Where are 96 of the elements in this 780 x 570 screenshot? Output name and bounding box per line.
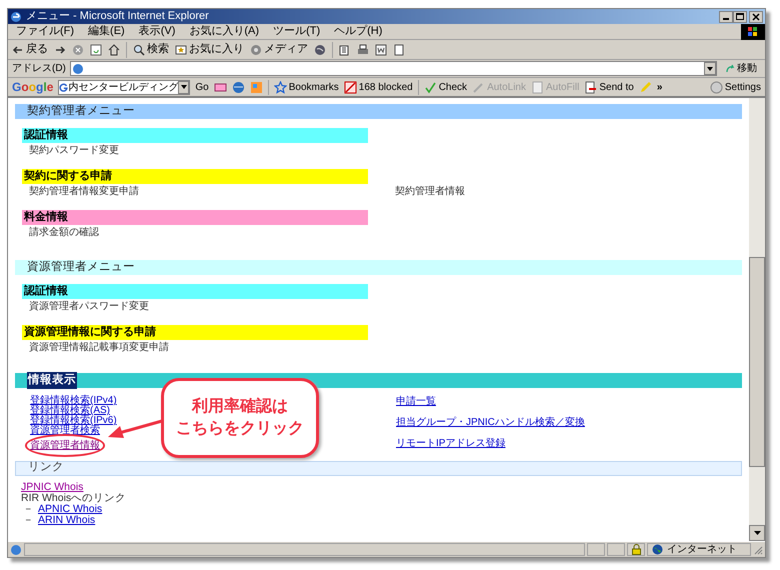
status-panel xyxy=(607,543,625,556)
search-icon xyxy=(133,44,145,56)
link[interactable]: リモートIPアドレス登録 xyxy=(396,438,506,450)
search-button[interactable]: 検索 xyxy=(133,41,169,58)
document-icon xyxy=(584,80,598,94)
back-button[interactable]: 戻る xyxy=(12,41,48,58)
globe-icon xyxy=(652,544,663,555)
news-icon[interactable] xyxy=(214,80,227,94)
star-icon xyxy=(274,80,287,94)
google-search-field[interactable]: 内センタービルディング xyxy=(58,80,190,94)
menu-text: 資源管理者パスワード変更 xyxy=(29,300,150,314)
windows-logo-icon xyxy=(741,24,765,40)
section-header: 資源管理者メニュー xyxy=(15,260,742,275)
refresh-icon[interactable] xyxy=(90,44,102,56)
link[interactable]: 登録情報検索(AS) xyxy=(30,406,110,416)
menu-item[interactable]: お気に入り(A) xyxy=(189,23,260,40)
menu-text: 契約パスワード変更 xyxy=(29,144,120,158)
section-header: 契約管理者メニュー xyxy=(15,104,742,119)
globe-icon[interactable] xyxy=(232,80,245,94)
settings-button[interactable]: Settings xyxy=(710,80,761,94)
menu-item[interactable]: 表示(V) xyxy=(138,23,176,40)
group-header: 認証情報 xyxy=(22,128,368,143)
checkmark-icon xyxy=(424,80,437,94)
link[interactable]: 資源管理者情報 xyxy=(30,440,100,451)
scroll-down-button[interactable] xyxy=(749,525,765,541)
link[interactable]: ARIN Whois xyxy=(38,514,96,526)
resize-grip-icon[interactable] xyxy=(753,544,763,554)
back-arrow-icon xyxy=(12,44,24,56)
window-title: メニュー - Microsoft Internet Explorer xyxy=(26,9,209,24)
go-button[interactable]: 移動 xyxy=(721,61,761,76)
circle-icon xyxy=(710,80,723,94)
link[interactable]: 担当グループ・JPNICハンドル検索／変換 xyxy=(396,417,585,429)
disc-icon xyxy=(250,44,262,56)
google-g-icon xyxy=(59,82,68,92)
menu-item[interactable]: ツール(T) xyxy=(273,23,320,40)
form-icon xyxy=(530,80,544,94)
scrollbar[interactable] xyxy=(749,98,765,541)
home-icon[interactable] xyxy=(108,44,120,56)
menu-text: 請求金額の確認 xyxy=(29,226,100,240)
callout-text: こちらをクリック xyxy=(176,419,304,439)
menu-item[interactable]: 編集(E) xyxy=(88,23,125,40)
link[interactable]: 登録情報検索(IPv4) xyxy=(30,396,117,406)
stop-icon[interactable] xyxy=(72,44,84,56)
group-header: 契約に関する申請 xyxy=(22,169,368,184)
page-icon xyxy=(72,62,84,74)
group-header: 認証情報 xyxy=(22,284,368,299)
page-icon[interactable] xyxy=(393,44,405,56)
group-header: 資源管理情報に関する申請 xyxy=(22,325,368,340)
address-label: アドレス(D) xyxy=(12,62,66,76)
link[interactable]: 登録情報検索(IPv6) xyxy=(30,416,117,426)
minimize-button[interactable] xyxy=(719,10,733,22)
menu-item[interactable]: ヘルプ(H) xyxy=(334,23,382,40)
favorites-button[interactable]: お気に入り xyxy=(175,41,244,58)
scrollbar-thumb[interactable] xyxy=(749,257,765,467)
browser-icon xyxy=(10,10,22,22)
link[interactable]: APNIC Whois xyxy=(38,504,102,514)
section-header: 情報表示 xyxy=(27,372,77,390)
security-zone: インターネット xyxy=(667,543,737,557)
printer-icon[interactable] xyxy=(357,44,369,56)
link-list-label: RIR Whoisへのリンク xyxy=(21,492,126,504)
link[interactable]: 申請一覧 xyxy=(396,396,436,408)
list-dash: － xyxy=(23,514,34,526)
blocked-icon xyxy=(344,80,357,94)
close-icon xyxy=(752,12,760,20)
down-arrow-icon xyxy=(754,531,760,535)
edit-icon[interactable] xyxy=(375,44,387,56)
go-arrow-icon xyxy=(725,64,735,74)
lock-icon xyxy=(632,544,640,555)
address-field[interactable] xyxy=(70,61,717,76)
menu-text: 契約管理者情報変更申請 xyxy=(29,185,140,199)
popup-blocker-button[interactable]: 168 blocked xyxy=(344,80,413,94)
media-button[interactable]: メディア xyxy=(250,41,308,58)
callout-text: 利用率確認は xyxy=(192,396,288,417)
menu-text: 契約管理者情報 xyxy=(395,185,465,199)
send-to-button[interactable]: Send to xyxy=(584,80,634,94)
star-folder-icon xyxy=(175,44,187,56)
page-icon xyxy=(10,544,22,556)
maximize-button[interactable] xyxy=(733,10,747,22)
link[interactable]: JPNIC Whois xyxy=(21,482,84,492)
spell-check-button[interactable]: Check xyxy=(424,80,468,94)
wand-icon xyxy=(472,80,486,94)
more-button[interactable]: » xyxy=(656,80,662,94)
document-icon[interactable] xyxy=(339,44,351,56)
list-dash: － xyxy=(23,504,34,514)
google-logo: Google xyxy=(12,79,54,96)
link[interactable]: 資源管理者検索 xyxy=(30,426,100,436)
globe-icon[interactable] xyxy=(314,44,326,56)
group-header: 料金情報 xyxy=(22,210,368,225)
forward-arrow-icon[interactable] xyxy=(54,44,66,56)
bookmarks-button[interactable]: Bookmarks xyxy=(274,80,339,94)
section-header: リンク xyxy=(15,460,742,476)
google-go-button[interactable]: Go xyxy=(195,80,209,94)
close-button[interactable] xyxy=(749,10,763,22)
status-panel xyxy=(587,543,605,556)
menu-item[interactable]: ファイル(F) xyxy=(16,23,74,40)
menu-text: 資源管理情報記載事項変更申請 xyxy=(29,341,170,355)
